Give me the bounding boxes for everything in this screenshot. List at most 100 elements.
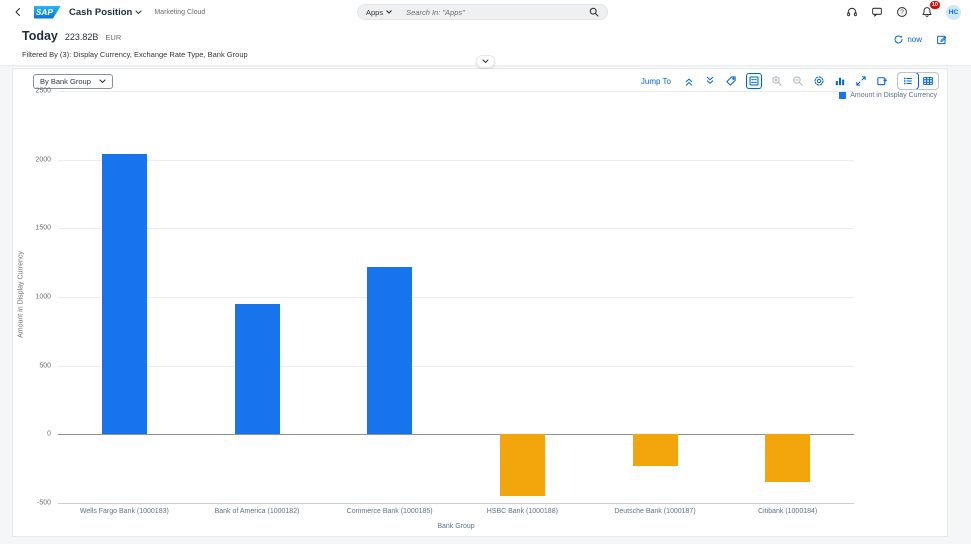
header-actions: now (893, 34, 947, 45)
kpi-row: Today 223.82B EUR (22, 29, 947, 43)
shell-actions: ? 10 HC (846, 1, 961, 20)
chart-view-icon (902, 75, 914, 87)
kpi-value: 223.82B (64, 32, 99, 42)
gridline (58, 297, 854, 298)
shell-bar: SAP Cash Position Marketing Cloud Apps ?… (0, 0, 971, 24)
x-tick-label: Bank of America (1000182) (214, 508, 300, 515)
bar-4[interactable] (499, 434, 545, 497)
collapse-all-icon (683, 75, 695, 87)
y-tick-label: 500 (39, 362, 51, 370)
feedback-button[interactable] (871, 6, 883, 18)
table-view-button[interactable] (918, 73, 938, 89)
chart-type-button[interactable] (834, 75, 846, 87)
avatar-initials: HC (948, 8, 959, 16)
support-button[interactable] (846, 6, 858, 18)
search-scope-select[interactable]: Apps (366, 8, 392, 17)
gridline (58, 91, 854, 92)
chevron-down-icon (135, 9, 142, 15)
chart-toolbar: By Bank Group Jump To (33, 72, 939, 90)
chevron-down-icon (386, 10, 392, 14)
fullscreen-icon (855, 75, 867, 87)
back-button[interactable] (10, 4, 26, 20)
search-input[interactable] (396, 7, 585, 17)
gridline (58, 159, 854, 161)
y-tick-label: 1500 (35, 224, 51, 232)
edit-icon (936, 34, 947, 45)
view-by-select[interactable]: By Bank Group (33, 73, 113, 89)
jump-to-button[interactable]: Jump To (641, 77, 671, 86)
headset-icon (846, 6, 858, 18)
back-icon (13, 7, 23, 17)
avatar[interactable]: HC (946, 4, 961, 20)
zoom-out-button[interactable] (792, 75, 804, 87)
table-view-icon (922, 75, 934, 87)
app-subtitle: Marketing Cloud (154, 8, 206, 16)
app-title-label: Cash Position (69, 6, 133, 18)
collapse-all-button[interactable] (683, 75, 695, 87)
refresh-label: now (907, 35, 922, 44)
help-icon: ? (896, 6, 908, 18)
y-tick-label: 2000 (35, 156, 51, 164)
chevron-down-icon (99, 78, 106, 84)
shell-search[interactable]: Apps (357, 4, 608, 20)
fullscreen-button[interactable] (855, 75, 867, 87)
expand-all-icon (704, 75, 716, 87)
legend-toggle-icon (748, 75, 760, 87)
app-title-menu[interactable]: Cash Position (69, 7, 142, 18)
y-tick-label: 0 (47, 430, 51, 438)
edit-filters-button[interactable] (936, 34, 947, 45)
search-icon[interactable] (589, 7, 599, 17)
bar-3[interactable] (367, 266, 413, 435)
y-tick-label: -500 (36, 499, 51, 507)
bar-1[interactable] (101, 154, 147, 435)
toolbar-actions: Jump To (641, 72, 939, 90)
bar-6[interactable] (765, 434, 811, 483)
page-title: Today (22, 29, 58, 43)
help-button[interactable]: ? (896, 6, 908, 18)
x-tick-label: HSBC Bank (1000188) (486, 508, 558, 515)
view-by-label: By Bank Group (40, 76, 91, 86)
refresh-icon (893, 34, 904, 45)
tag-icon (725, 75, 737, 87)
settings-icon (813, 75, 825, 87)
refresh-button[interactable]: now (893, 34, 922, 45)
x-axis-ticks: Wells Fargo Bank (1000183) Bank of Americ… (58, 505, 854, 517)
chart-view-button[interactable] (898, 73, 919, 89)
notifications-button[interactable]: 10 (921, 1, 940, 18)
zoom-in-button[interactable] (771, 75, 783, 87)
x-tick-label: Commerce Bank (1000185) (346, 508, 433, 515)
svg-text:?: ? (900, 9, 904, 16)
show-labels-button[interactable] (725, 75, 737, 87)
zoom-in-icon (771, 75, 783, 87)
chart-card: By Bank Group Jump To Amount in Display … (12, 68, 948, 537)
plot-area (58, 91, 854, 504)
y-axis-ticks: 2500 2000 1500 1000 500 0 -500 (13, 87, 55, 507)
bar-2[interactable] (234, 303, 280, 435)
y-tick-label: 2500 (35, 87, 51, 95)
zoom-out-icon (792, 75, 804, 87)
add-card-button[interactable] (876, 75, 888, 87)
header-collapse-button[interactable] (476, 55, 495, 68)
shell-left: SAP Cash Position Marketing Cloud (10, 4, 205, 20)
chevron-down-icon (482, 59, 489, 64)
gridline (58, 503, 854, 504)
notification-count-badge: 10 (929, 1, 940, 9)
kpi-unit: EUR (105, 33, 122, 42)
search-scope-label: Apps (366, 7, 384, 17)
legend-label: Amount in Display Currency (850, 92, 937, 99)
chat-icon (871, 6, 883, 18)
gridline (58, 365, 854, 367)
x-tick-label: Citibank (1000184) (758, 508, 818, 515)
bar-5[interactable] (632, 434, 678, 466)
sap-logo: SAP (34, 5, 61, 19)
legend-toggle-button[interactable] (746, 73, 762, 89)
add-card-icon (876, 75, 888, 87)
x-tick-label: Wells Fargo Bank (1000183) (79, 508, 169, 515)
expand-all-button[interactable] (704, 75, 716, 87)
gridline (58, 434, 854, 436)
x-tick-label: Deutsche Bank (1000187) (614, 508, 696, 515)
view-switch (897, 72, 939, 90)
gridline (58, 228, 854, 230)
chart-type-icon (834, 75, 846, 87)
settings-button[interactable] (813, 75, 825, 87)
